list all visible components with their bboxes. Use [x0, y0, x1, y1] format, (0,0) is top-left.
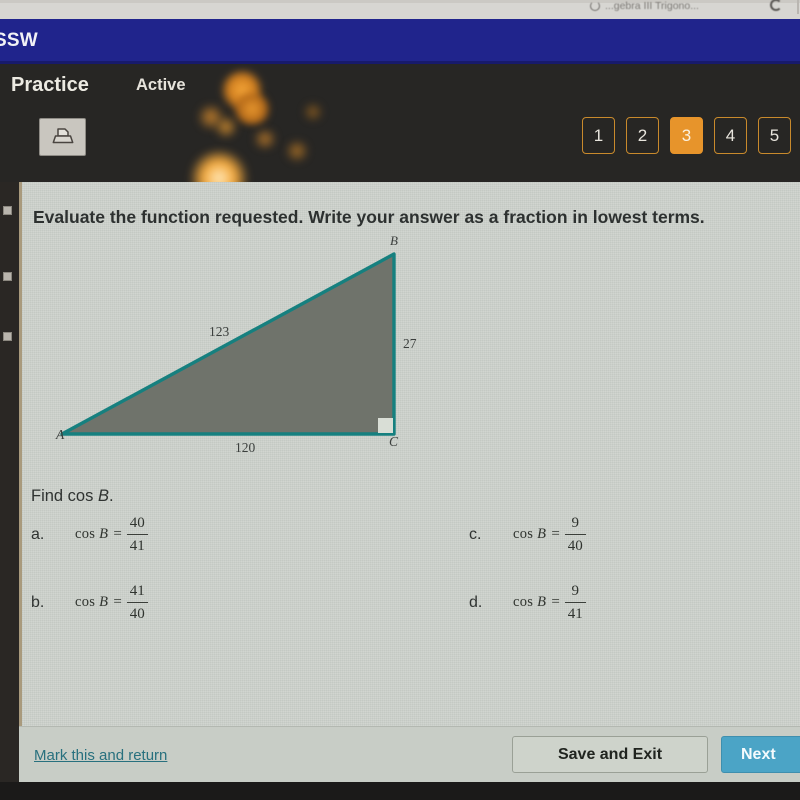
- fraction-bar: [564, 601, 586, 604]
- option-c-letter: c.: [469, 526, 482, 543]
- triangle-svg: [60, 252, 396, 436]
- fraction-bar: [126, 533, 148, 536]
- print-button[interactable]: [39, 118, 86, 156]
- screen-bezel: [0, 782, 800, 800]
- equals-sign: =: [113, 525, 122, 542]
- right-angle-marker: [378, 418, 393, 433]
- option-c-cos-label: cos B: [513, 525, 547, 542]
- quiz-footer: Mark this and return Save and Exit Next: [19, 726, 800, 782]
- option-a-expression: cos B = 40 41: [75, 514, 148, 555]
- question-nav-2[interactable]: 2: [626, 117, 659, 154]
- equals-sign: =: [551, 525, 560, 542]
- option-c[interactable]: c. cos B = 9 40: [469, 514, 586, 555]
- browser-chrome-strip: ...gebra III Trigono...: [0, 0, 800, 19]
- option-c-expression: cos B = 9 40: [513, 514, 586, 555]
- question-nav-3[interactable]: 3: [670, 117, 703, 154]
- option-d[interactable]: d. cos B = 9 41: [469, 582, 586, 623]
- fraction-bar: [564, 533, 586, 536]
- option-b[interactable]: b. cos B = 41 40: [31, 582, 148, 623]
- option-d-letter: d.: [469, 594, 483, 611]
- numerator: 40: [129, 515, 145, 531]
- denominator: 40: [129, 605, 145, 622]
- option-b-fraction: 41 40: [126, 582, 148, 623]
- side-label-base: 120: [235, 440, 256, 455]
- chrome-divider: [797, 0, 799, 14]
- numerator: 9: [571, 515, 580, 531]
- denominator: 40: [567, 537, 583, 554]
- denominator: 41: [567, 605, 583, 622]
- app-bar: SSW: [0, 19, 800, 64]
- card-left-edge: [19, 182, 22, 726]
- find-instruction: Find cos B.: [31, 487, 114, 506]
- option-b-cos-label: cos B: [75, 593, 109, 610]
- numerator: 9: [571, 583, 580, 599]
- rail-marker[interactable]: [3, 272, 12, 281]
- printer-icon: [51, 126, 75, 148]
- fraction-bar: [126, 601, 148, 604]
- browser-tab-title: ...gebra III Trigono...: [605, 0, 699, 12]
- save-and-exit-button[interactable]: Save and Exit: [512, 736, 708, 773]
- vertex-label-b: B: [390, 233, 398, 248]
- quiz-header: Practice Active 1 2 3 4 5: [0, 64, 800, 182]
- option-a-fraction: 40 41: [126, 514, 148, 555]
- option-b-expression: cos B = 41 40: [75, 582, 148, 623]
- option-a-cos-label: cos B: [75, 525, 109, 542]
- triangle-shape: [60, 252, 396, 436]
- equals-sign: =: [551, 593, 560, 610]
- next-button[interactable]: Next: [721, 736, 800, 773]
- rail-marker[interactable]: [3, 206, 12, 215]
- circle-icon: [590, 1, 600, 11]
- option-a[interactable]: a. cos B = 40 41: [31, 514, 148, 555]
- option-b-letter: b.: [31, 594, 45, 611]
- brand-logo-text[interactable]: SSW: [0, 30, 38, 52]
- option-d-cos-label: cos B: [513, 593, 547, 610]
- question-nav-1[interactable]: 1: [582, 117, 615, 154]
- tab-practice[interactable]: Practice: [11, 74, 89, 97]
- find-variable: B: [97, 487, 109, 505]
- find-suffix: .: [108, 487, 114, 505]
- triangle-figure: B A C 123 27 120: [29, 233, 449, 464]
- option-a-letter: a.: [31, 526, 45, 543]
- question-nav-5[interactable]: 5: [758, 117, 791, 154]
- equals-sign: =: [113, 593, 122, 610]
- option-d-expression: cos B = 9 41: [513, 582, 586, 623]
- browser-tab[interactable]: ...gebra III Trigono...: [590, 0, 699, 17]
- vertex-label-c: C: [389, 434, 399, 449]
- mark-this-and-return-link[interactable]: Mark this and return: [34, 747, 167, 764]
- option-d-fraction: 9 41: [564, 582, 586, 623]
- question-card: Evaluate the function requested. Write y…: [19, 182, 800, 726]
- find-prefix: Find cos: [31, 487, 98, 505]
- side-label-hypotenuse: 123: [209, 324, 230, 339]
- vertex-label-a: A: [56, 427, 65, 442]
- question-prompt: Evaluate the function requested. Write y…: [33, 207, 705, 227]
- question-nav-4[interactable]: 4: [714, 117, 747, 154]
- left-rail: [0, 182, 19, 800]
- status-active-label: Active: [136, 76, 186, 94]
- denominator: 41: [129, 537, 145, 554]
- numerator: 41: [129, 583, 145, 599]
- option-c-fraction: 9 40: [564, 514, 586, 555]
- rail-marker[interactable]: [3, 332, 12, 341]
- side-label-vertical: 27: [403, 336, 417, 351]
- question-nav: 1 2 3 4 5: [582, 117, 791, 154]
- refresh-icon[interactable]: [770, 0, 782, 11]
